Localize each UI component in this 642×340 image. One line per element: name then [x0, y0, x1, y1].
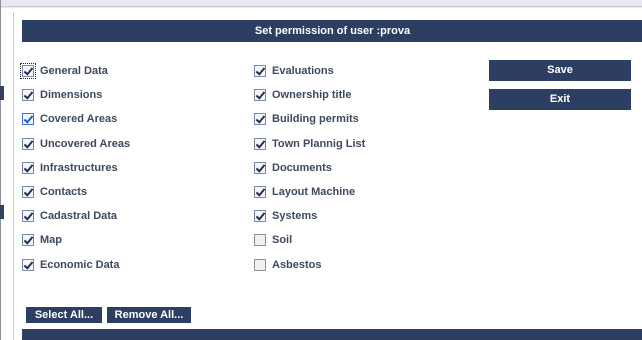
infrastructures-checkbox[interactable]	[22, 162, 34, 174]
economic-data-label: Economic Data	[40, 259, 120, 271]
dialog-footer-bar	[22, 329, 642, 340]
infrastructures-label: Infrastructures	[40, 162, 118, 174]
permission-documents[interactable]: Documents	[254, 160, 332, 176]
background-divider	[0, 6, 642, 7]
permission-cadastral-data[interactable]: Cadastral Data	[22, 208, 117, 224]
permission-map[interactable]: Map	[22, 232, 62, 248]
permission-general-data[interactable]: General Data	[20, 63, 108, 79]
cadastral-data-label: Cadastral Data	[40, 210, 118, 222]
building-permits-checkbox[interactable]	[254, 113, 266, 125]
dimensions-checkbox[interactable]	[22, 89, 34, 101]
contacts-checkbox[interactable]	[22, 186, 34, 198]
systems-checkbox[interactable]	[254, 210, 266, 222]
select-all-button[interactable]: Select All...	[26, 307, 102, 323]
dialog-title: Set permission of user :prova	[22, 20, 642, 42]
cadastral-data-checkbox[interactable]	[22, 210, 34, 222]
permission-contacts[interactable]: Contacts	[22, 184, 87, 200]
uncovered-areas-checkbox[interactable]	[22, 138, 34, 150]
evaluations-label: Evaluations	[272, 65, 334, 77]
ownership-title-checkbox[interactable]	[254, 89, 266, 101]
general-data-label: General Data	[40, 65, 108, 77]
save-button[interactable]: Save	[489, 60, 631, 81]
permission-ownership-title[interactable]: Ownership title	[254, 87, 351, 103]
town-plannig-list-checkbox[interactable]	[254, 138, 266, 150]
ownership-title-label: Ownership title	[272, 89, 352, 101]
background-menu-strip: ▔▔▔▔▔▔ ▔▔▔▔▔▔▔▔▔ ▔▔▔▔▔▔ ▔▔▔▔▔▔▔▔▔▔▔	[0, 0, 642, 8]
background-edge	[0, 0, 1, 340]
permission-systems[interactable]: Systems	[254, 208, 317, 224]
permission-town-plannig-list[interactable]: Town Plannig List	[254, 136, 365, 152]
permission-asbestos[interactable]: Asbestos	[254, 257, 322, 273]
map-label: Map	[40, 234, 62, 246]
permission-dialog: Set permission of user :prova General Da…	[13, 12, 642, 340]
permission-covered-areas[interactable]: Covered Areas	[22, 111, 117, 127]
remove-all-button[interactable]: Remove All...	[107, 307, 191, 323]
layout-machine-label: Layout Machine	[272, 186, 356, 198]
permission-economic-data[interactable]: Economic Data	[22, 257, 119, 273]
asbestos-checkbox[interactable]	[254, 259, 266, 271]
soil-label: Soil	[272, 234, 293, 246]
exit-button[interactable]: Exit	[489, 89, 631, 110]
permission-infrastructures[interactable]: Infrastructures	[22, 160, 118, 176]
uncovered-areas-label: Uncovered Areas	[40, 138, 131, 150]
permission-building-permits[interactable]: Building permits	[254, 111, 359, 127]
permission-dimensions[interactable]: Dimensions	[22, 87, 102, 103]
covered-areas-checkbox[interactable]	[22, 113, 34, 125]
soil-checkbox[interactable]	[254, 234, 266, 246]
covered-areas-label: Covered Areas	[40, 113, 118, 125]
building-permits-label: Building permits	[272, 113, 359, 125]
documents-label: Documents	[272, 162, 332, 174]
dimensions-label: Dimensions	[40, 89, 103, 101]
map-checkbox[interactable]	[22, 234, 34, 246]
asbestos-label: Asbestos	[272, 259, 322, 271]
layout-machine-checkbox[interactable]	[254, 186, 266, 198]
documents-checkbox[interactable]	[254, 162, 266, 174]
economic-data-checkbox[interactable]	[22, 259, 34, 271]
permission-layout-machine[interactable]: Layout Machine	[254, 184, 355, 200]
background-marker	[0, 86, 4, 100]
permission-soil[interactable]: Soil	[254, 232, 292, 248]
systems-label: Systems	[272, 210, 318, 222]
town-plannig-list-label: Town Plannig List	[272, 138, 366, 150]
evaluations-checkbox[interactable]	[254, 65, 266, 77]
background-marker	[0, 205, 4, 219]
focus-outline	[20, 63, 36, 79]
general-data-checkbox[interactable]	[22, 65, 34, 77]
permission-evaluations[interactable]: Evaluations	[254, 63, 334, 79]
contacts-label: Contacts	[40, 186, 88, 198]
permission-uncovered-areas[interactable]: Uncovered Areas	[22, 136, 130, 152]
